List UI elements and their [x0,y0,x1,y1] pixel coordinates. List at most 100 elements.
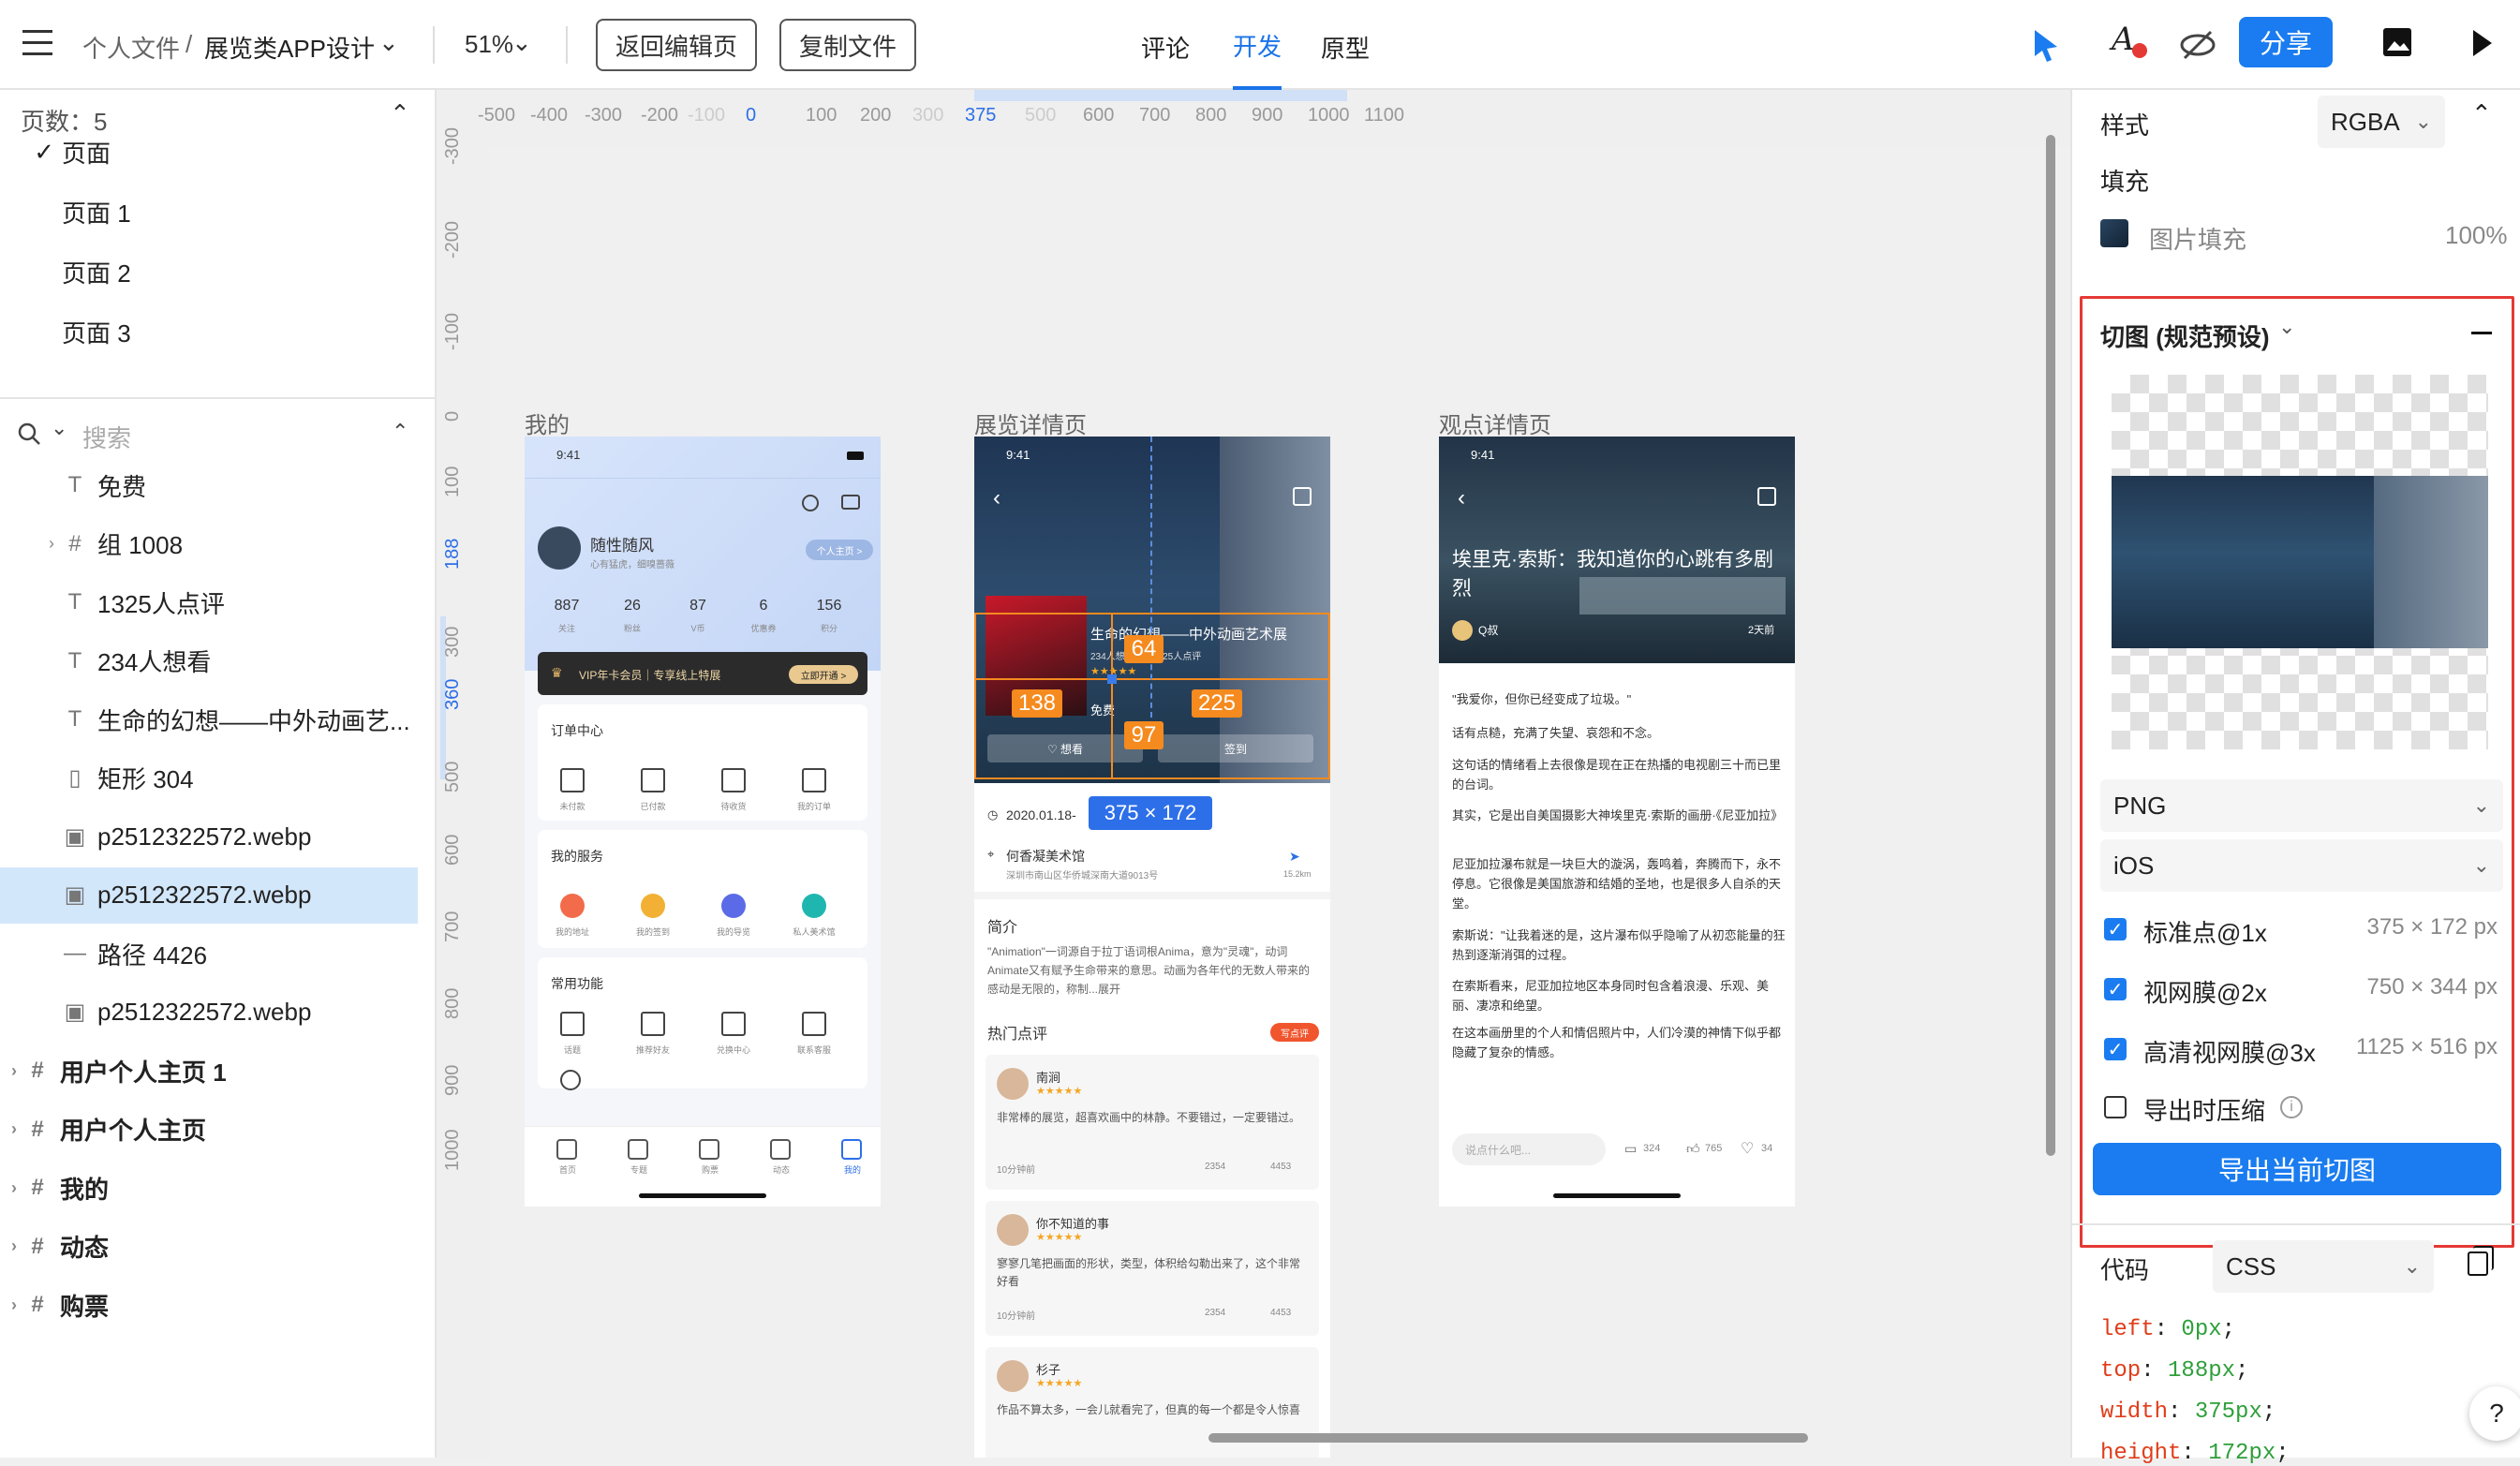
help-button[interactable]: ? [2469,1386,2520,1441]
color-mode-select[interactable]: RGBA ⌄ [2318,96,2445,148]
tab-icon[interactable] [699,1139,719,1160]
layer-item[interactable]: › # 购票 [0,1277,418,1333]
frame-label-exhibit[interactable]: 展览详情页 [974,407,1087,439]
author-avatar[interactable] [1452,620,1473,641]
vip-open-button[interactable]: 立即开通 > [789,665,858,684]
write-review-button[interactable]: 写点评 [1270,1023,1319,1042]
share-external-icon[interactable] [1757,487,1776,506]
tab-icon[interactable] [628,1139,648,1160]
reviewer-avatar[interactable] [997,1068,1029,1100]
share-external-icon[interactable] [1293,487,1312,506]
image-icon[interactable] [2381,26,2413,58]
expand-caret-icon[interactable]: › [0,1178,24,1198]
like-icon[interactable]: 👍︎ [1686,1141,1700,1157]
homepage-button[interactable]: 个人主页 > [806,540,873,560]
search-chevron-icon[interactable]: ⌄ [51,416,67,440]
reviewer-avatar[interactable] [997,1214,1029,1246]
page-item[interactable]: 页面 3 [0,304,418,360]
back-icon[interactable]: ‹ [1458,485,1465,511]
frame-label-view[interactable]: 观点详情页 [1439,407,1551,439]
expand-caret-icon[interactable]: › [0,534,62,554]
expand-caret-icon[interactable]: › [0,1119,24,1139]
common_items-icon[interactable] [560,1012,585,1036]
info-icon[interactable]: i [2280,1096,2303,1118]
platform-select[interactable]: iOS ⌄ [2100,839,2503,892]
frame-mine[interactable]: 9:41 随性随风 心有猛虎，细嗅蔷薇 个人主页 > 887 关注 26 粉丝 87 V币… [525,437,881,1207]
menu-icon[interactable] [22,30,52,56]
expand-caret-icon[interactable]: › [0,1296,24,1315]
fill-swatch[interactable] [2100,219,2128,247]
frame-view[interactable]: 9:41 ‹ 埃里克·索斯：我知道你的心跳有多剧烈 Q叔 2天前 "我爱你，但你… [1439,437,1795,1207]
reviewer-avatar[interactable] [997,1360,1029,1392]
format-select[interactable]: PNG ⌄ [2100,779,2503,832]
back-icon[interactable]: ‹ [993,485,1001,511]
layer-item[interactable]: T 1325人点评 [0,574,418,630]
zoom-chevron-icon[interactable]: ⌄ [511,28,532,57]
common_items-icon[interactable] [641,1012,665,1036]
tab-icon[interactable] [841,1139,862,1160]
horizontal-scrollbar[interactable] [1208,1433,1808,1443]
collapse-all-icon[interactable]: ⌃ [392,420,408,444]
layer-item[interactable]: ▯ 矩形 304 [0,750,418,807]
breadcrumb-root[interactable]: 个人文件 [82,30,180,65]
layer-item[interactable]: — 路径 4426 [0,926,418,982]
search-input[interactable]: 搜索 [82,420,131,454]
play-icon[interactable] [2469,28,2496,58]
layer-item[interactable]: T 生命的幻想——中外动画艺... [0,691,418,748]
layer-item[interactable]: ▣ p2512322572.webp [0,866,418,924]
share-button[interactable]: 分享 [2239,17,2333,67]
code-language-select[interactable]: CSS ⌄ [2213,1240,2434,1293]
order_items-icon[interactable] [721,768,746,792]
collapse-minus-icon[interactable] [2471,332,2492,334]
tab-icon[interactable] [770,1139,791,1160]
service_items-icon[interactable] [802,894,826,918]
font-icon[interactable]: A [2112,21,2135,58]
zoom-level[interactable]: 51% [465,30,513,59]
layer-item[interactable]: T 234人想看 [0,633,418,689]
export-checkbox[interactable]: ✓ [2104,918,2127,940]
layer-item[interactable]: › # 动态 [0,1219,418,1275]
message-icon[interactable] [841,495,860,510]
tab-comment[interactable]: 评论 [1141,30,1190,65]
history-icon[interactable] [560,1070,581,1090]
service_items-icon[interactable] [721,894,746,918]
collapse-chevron-icon[interactable]: ⌃ [2471,99,2492,128]
export-checkbox[interactable]: ✓ [2104,978,2127,1000]
comment-icon[interactable]: ▭ [1624,1141,1637,1157]
order_items-icon[interactable] [560,768,585,792]
layer-item[interactable]: ▣ p2512322572.webp [0,808,418,865]
compress-checkbox[interactable] [2104,1096,2127,1118]
frame-label-mine[interactable]: 我的 [525,407,570,439]
vertical-scrollbar[interactable] [2046,135,2055,1156]
navigate-icon[interactable]: ➤ [1289,849,1300,865]
tab-develop[interactable]: 开发 [1233,28,1282,63]
common_items-icon[interactable] [802,1012,826,1036]
layer-item[interactable]: › # 组 1008 [0,516,418,572]
layer-item[interactable]: › # 我的 [0,1160,418,1216]
order_items-icon[interactable] [802,768,826,792]
layer-item[interactable]: › # 用户个人主页 1 [0,1043,418,1099]
layer-item[interactable]: ▣ p2512322572.webp [0,985,418,1041]
search-icon[interactable] [17,422,41,446]
order_items-icon[interactable] [641,768,665,792]
project-name[interactable]: 展览类APP设计 [204,30,375,65]
comment-input[interactable]: 说点什么吧... [1452,1133,1606,1165]
service_items-icon[interactable] [641,894,665,918]
back-to-edit-button[interactable]: 返回编辑页 [596,19,757,71]
page-item[interactable]: 页面 2 [0,244,418,300]
expand-caret-icon[interactable]: › [0,1061,24,1081]
page-item-active[interactable]: ✓ 页面 [0,124,418,180]
common_items-icon[interactable] [721,1012,746,1036]
page-item[interactable]: 页面 1 [0,184,418,240]
frame-exhibit[interactable]: 9:41 ‹ 生命的幻想——中外动画艺术展 234人想看 1325人点评 ★★★… [974,437,1330,1458]
fill-opacity[interactable]: 100% [2445,221,2508,250]
avatar[interactable] [538,526,581,570]
tab-icon[interactable] [556,1139,577,1160]
expand-caret-icon[interactable]: › [0,1236,24,1256]
copy-file-button[interactable]: 复制文件 [779,19,916,71]
export-checkbox[interactable]: ✓ [2104,1038,2127,1060]
tab-prototype[interactable]: 原型 [1321,30,1370,65]
design-canvas[interactable]: -500 -400 -300 -200 -100 0 100 200 300 375 500 600 7… [437,90,2070,1458]
settings-icon[interactable] [802,495,819,511]
favorite-icon[interactable]: ♡ [1741,1139,1754,1158]
